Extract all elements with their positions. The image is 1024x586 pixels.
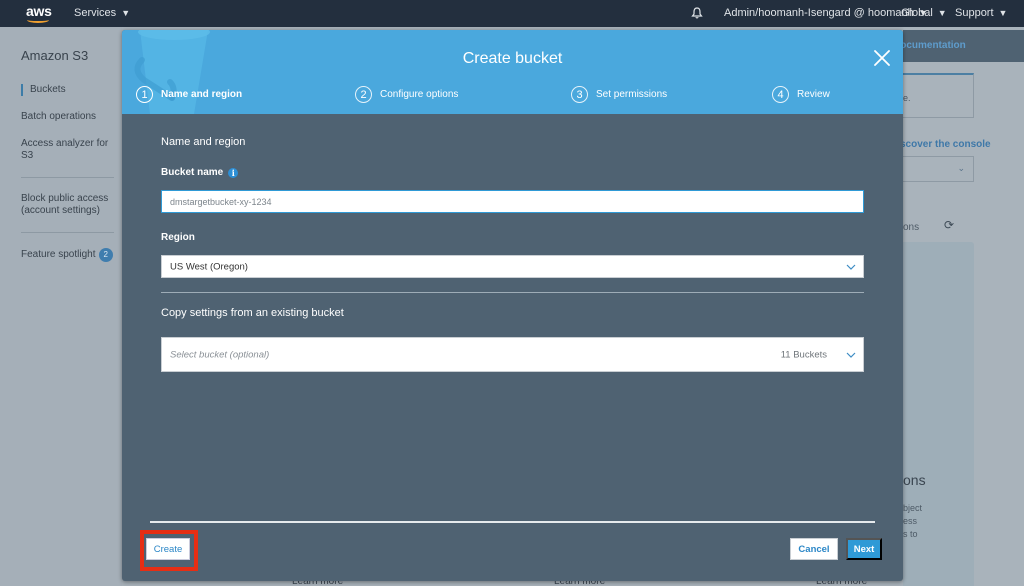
- region-select[interactable]: US West (Oregon): [161, 255, 864, 278]
- step-review[interactable]: 4 Review: [772, 86, 830, 103]
- bucket-name-input[interactable]: [161, 190, 864, 213]
- step-label: Review: [797, 89, 830, 100]
- region-select-value: US West (Oregon): [170, 261, 248, 272]
- bucket-name-label: Bucket name i: [161, 167, 239, 178]
- section-title: Name and region: [161, 136, 246, 148]
- discover-console-link[interactable]: Discover the console: [890, 139, 991, 150]
- copy-bucket-placeholder: Select bucket (optional): [170, 349, 270, 360]
- feature-spotlight-badge: 2: [98, 248, 113, 262]
- account-label: Admin/hoomanh-Isengard @ hoomanh: [724, 7, 914, 19]
- background-select[interactable]: ⌄: [903, 156, 974, 182]
- cancel-button[interactable]: Cancel: [790, 538, 838, 560]
- step-label: Configure options: [380, 89, 459, 100]
- aws-smile-icon: [27, 17, 49, 23]
- refresh-icon[interactable]: ⟳: [944, 218, 954, 232]
- aws-logo[interactable]: aws: [24, 3, 58, 23]
- step-label: Name and region: [161, 89, 243, 100]
- modal-title: Create bucket: [462, 50, 563, 67]
- background-info-box: e.: [903, 73, 974, 118]
- background-para-line: ess: [903, 516, 918, 526]
- background-operations-text: ons: [903, 222, 920, 233]
- background-para-line: s to: [903, 529, 918, 539]
- footer-divider: [150, 521, 875, 523]
- create-bucket-modal: Create bucket 1 Name and region 2 Config…: [122, 30, 903, 581]
- sidebar-divider: [21, 177, 114, 178]
- support-label: Support: [955, 7, 994, 19]
- chevron-down-icon: [846, 352, 856, 358]
- sidebar-divider: [21, 232, 114, 233]
- documentation-link[interactable]: Documentation: [893, 40, 966, 51]
- region-label: Region: [161, 232, 195, 243]
- region-menu[interactable]: Global ▼: [901, 7, 947, 19]
- documentation-bar: Documentation: [893, 30, 1024, 62]
- sidebar: Amazon S3 Buckets Batch operations Acces…: [0, 27, 122, 586]
- copy-bucket-select[interactable]: Select bucket (optional) 11 Buckets: [161, 337, 864, 372]
- sidebar-item-feature-spotlight[interactable]: Feature spotlight 2: [21, 248, 116, 262]
- caret-down-icon: ▼: [937, 8, 947, 18]
- services-menu[interactable]: Services ▼: [74, 7, 130, 19]
- background-box-text: e.: [903, 93, 911, 103]
- sidebar-item-batch-operations[interactable]: Batch operations: [21, 111, 116, 123]
- caret-down-icon: ▼: [998, 8, 1008, 18]
- region-label: Global: [901, 7, 933, 19]
- sidebar-item-access-analyzer[interactable]: Access analyzer for S3: [21, 138, 116, 162]
- step-name-and-region[interactable]: 1 Name and region: [136, 86, 242, 103]
- bell-icon[interactable]: [690, 6, 704, 20]
- sidebar-item-buckets[interactable]: Buckets: [21, 84, 116, 96]
- sidebar-item-block-public-access[interactable]: Block public access (account settings): [21, 193, 116, 217]
- background-heading: ons: [903, 472, 926, 488]
- section-divider: [161, 292, 864, 293]
- account-menu[interactable]: Admin/hoomanh-Isengard @ hoomanh ▼: [724, 7, 928, 19]
- step-set-permissions[interactable]: 3 Set permissions: [571, 86, 667, 103]
- step-number: 2: [355, 86, 372, 103]
- copy-settings-title: Copy settings from an existing bucket: [161, 307, 344, 319]
- close-icon[interactable]: [872, 48, 892, 68]
- services-label: Services: [74, 7, 117, 19]
- step-configure-options[interactable]: 2 Configure options: [355, 86, 458, 103]
- next-button[interactable]: Next: [846, 538, 882, 560]
- step-label: Set permissions: [596, 89, 668, 100]
- step-number: 1: [136, 86, 153, 103]
- step-number: 4: [772, 86, 789, 103]
- bucket-count: 11 Buckets: [780, 349, 827, 360]
- chevron-down-icon: [846, 264, 856, 270]
- feature-spotlight-label: Feature spotlight: [21, 249, 96, 260]
- background-para-line: bject: [903, 503, 923, 513]
- chevron-down-icon: ⌄: [957, 163, 965, 173]
- sidebar-title: Amazon S3: [21, 48, 89, 63]
- info-icon[interactable]: i: [228, 167, 239, 178]
- create-button[interactable]: Create: [146, 538, 190, 560]
- caret-down-icon: ▼: [121, 8, 131, 18]
- background-paragraph: bject ess s to: [903, 502, 922, 541]
- top-navigation: aws Services ▼ Admin/hoomanh-Isengard @ h…: [0, 0, 1024, 27]
- step-number: 3: [571, 86, 588, 103]
- bucket-name-label-text: Bucket name: [161, 167, 224, 178]
- modal-header: Create bucket 1 Name and region 2 Config…: [122, 30, 903, 114]
- support-menu[interactable]: Support ▼: [955, 7, 1007, 19]
